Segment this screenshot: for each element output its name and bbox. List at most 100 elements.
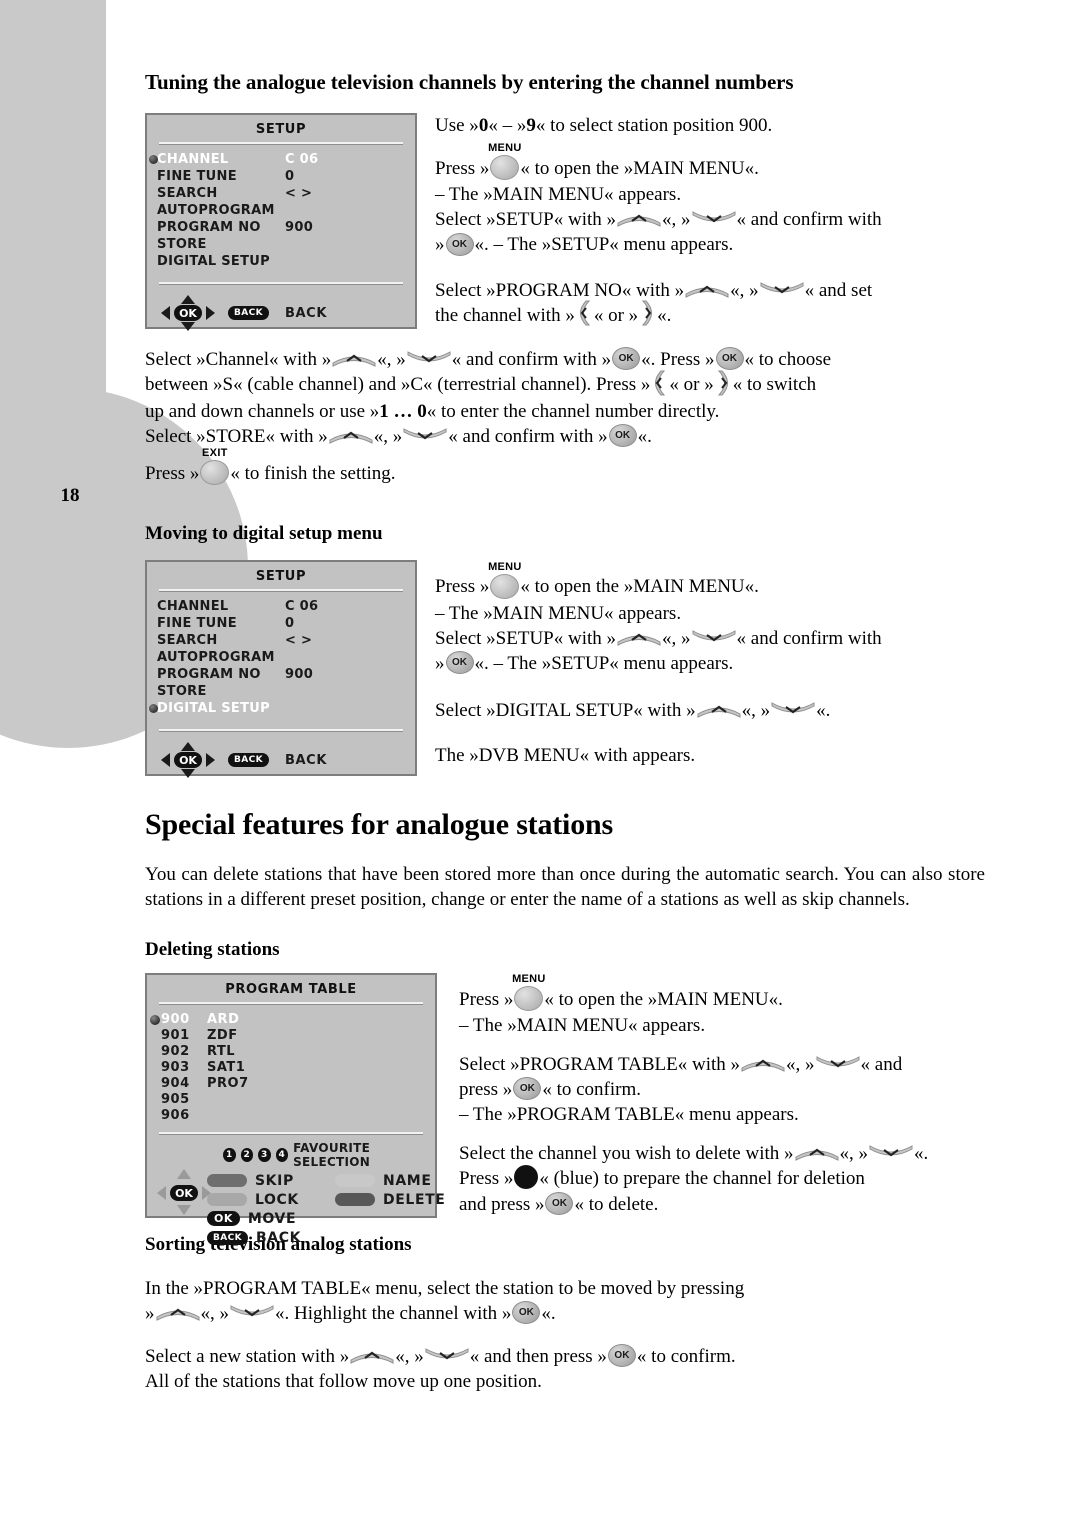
right-arrow-button-icon[interactable]: [715, 370, 732, 396]
para-select-channel: Select »Channel« with » «, » « and confirm…: [145, 347, 832, 371]
osd-row-store[interactable]: STORE: [147, 236, 415, 253]
osd-row-digital-setup[interactable]: DIGITAL SETUP: [147, 253, 415, 270]
up-arrow-button-icon[interactable]: [741, 1055, 785, 1072]
actions-right-column: NAME DELETE: [335, 1173, 445, 1246]
back-pill-icon: BACK: [228, 753, 270, 768]
table-row[interactable]: 901 ZDF: [147, 1028, 435, 1044]
osd-row-label: PROGRAM NO: [157, 220, 261, 235]
table-row[interactable]: 904 PRO7: [147, 1076, 435, 1092]
table-row[interactable]: 903 SAT1: [147, 1060, 435, 1076]
tuning-paragraph: Select »Channel« with » «, » « and confirm…: [145, 347, 985, 487]
up-arrow-button-icon[interactable]: [795, 1144, 839, 1162]
step-set-channel: the channel with » « or » «.: [435, 300, 985, 330]
ok-button-icon[interactable]: OK: [445, 232, 474, 256]
step-press-menu: Press » MENU « to open the »MAIN MENU«.: [435, 142, 759, 181]
action-skip[interactable]: SKIP: [207, 1173, 301, 1189]
osd-row-label: PROGRAM NO: [157, 667, 261, 683]
ok-button-icon[interactable]: OK: [512, 1300, 541, 1324]
up-arrow-button-icon[interactable]: [156, 1304, 200, 1321]
action-name[interactable]: NAME: [335, 1173, 445, 1189]
osd-row-fine-tune[interactable]: FINE TUNE 0: [147, 615, 415, 632]
back-label: BACK: [285, 305, 327, 321]
osd-row-channel[interactable]: CHANNEL C 06: [147, 151, 415, 168]
table-row[interactable]: 906: [147, 1108, 435, 1124]
ok-button-icon[interactable]: OK: [445, 650, 474, 674]
exit-key-label: EXIT: [202, 447, 228, 460]
down-arrow-button-icon[interactable]: [230, 1304, 274, 1321]
down-arrow-button-icon[interactable]: [407, 350, 451, 367]
yellow-button-icon[interactable]: [335, 1174, 376, 1188]
actions-left-column: SKIP LOCK OK MOVE BACK BACK: [207, 1173, 301, 1246]
step-select-program-table: Select »PROGRAM TABLE« with » «, » « and: [459, 1053, 903, 1075]
para-select-store: Select »STORE« with » «, » « and confirm w…: [145, 424, 652, 448]
channel-number: 901: [161, 1028, 190, 1044]
ok-button-icon[interactable]: OK: [513, 1076, 542, 1100]
favourite-4-icon[interactable]: 4: [275, 1147, 289, 1162]
up-arrow-button-icon[interactable]: [332, 350, 376, 368]
osd-title: PROGRAM TABLE: [225, 981, 357, 997]
up-arrow-button-icon[interactable]: [685, 281, 729, 298]
step-main-menu-appears: – The »MAIN MENU« appears.: [459, 1014, 706, 1036]
osd-row-digital-setup[interactable]: DIGITAL SETUP: [147, 700, 415, 717]
osd-row-store[interactable]: STORE: [147, 683, 415, 700]
osd-row-value: 900: [285, 220, 314, 235]
up-arrow-button-icon[interactable]: [617, 210, 661, 228]
osd-row-program-no[interactable]: PROGRAM NO 900: [147, 666, 415, 683]
osd-row-search[interactable]: SEARCH < >: [147, 632, 415, 649]
step-select-channel-to-delete: Select the channel you wish to delete wi…: [459, 1143, 929, 1165]
channel-number: 903: [161, 1060, 190, 1076]
osd-row-program-no[interactable]: PROGRAM NO 900: [147, 219, 415, 236]
up-arrow-button-icon[interactable]: [350, 1347, 394, 1364]
blue-button-icon[interactable]: [514, 1164, 539, 1189]
channel-number: 902: [161, 1044, 190, 1060]
page-content: Tuning the analogue television channels …: [145, 0, 985, 1394]
down-arrow-button-icon[interactable]: [869, 1144, 913, 1161]
ok-button-icon[interactable]: OK: [608, 424, 637, 448]
action-lock[interactable]: LOCK: [207, 1192, 301, 1208]
action-back[interactable]: BACK BACK: [207, 1230, 301, 1246]
down-arrow-button-icon[interactable]: [760, 281, 804, 298]
ok-button-icon[interactable]: OK: [545, 1191, 574, 1215]
favourite-1-icon[interactable]: 1: [223, 1147, 236, 1162]
osd-row-fine-tune[interactable]: FINE TUNE 0: [147, 168, 415, 185]
action-move[interactable]: OK MOVE: [207, 1211, 301, 1227]
moving-steps: Press » MENU « to open the »MAIN MENU«. – …: [417, 560, 985, 768]
menu-button-icon[interactable]: MENU: [488, 561, 521, 599]
osd-row-value: C 06: [285, 599, 319, 615]
favourite-3-icon[interactable]: 3: [258, 1147, 271, 1162]
osd-navigation-hints: OK BACK BACK: [147, 285, 415, 343]
up-arrow-button-icon[interactable]: [617, 629, 661, 646]
table-row[interactable]: 902 RTL: [147, 1044, 435, 1060]
table-row[interactable]: 905: [147, 1092, 435, 1108]
selection-bullet-icon: [150, 1014, 160, 1025]
action-delete[interactable]: DELETE: [335, 1192, 445, 1208]
up-arrow-button-icon[interactable]: [697, 701, 741, 718]
para-sorting-select-new: Select a new station with » «, » « and the…: [145, 1343, 736, 1367]
osd-row-search[interactable]: SEARCH < >: [147, 185, 415, 202]
up-arrow-button-icon[interactable]: [329, 427, 373, 445]
osd-row-autoprogram[interactable]: AUTOPROGRAM: [147, 202, 415, 219]
down-arrow-button-icon[interactable]: [692, 210, 736, 227]
down-arrow-button-icon[interactable]: [425, 1347, 469, 1364]
down-arrow-button-icon[interactable]: [771, 701, 815, 718]
osd-row-label: AUTOPROGRAM: [157, 650, 275, 666]
ok-button-icon[interactable]: OK: [715, 347, 744, 371]
heading-special-features: Special features for analogue stations: [145, 808, 613, 842]
table-row[interactable]: 900 ARD: [147, 1012, 435, 1028]
menu-button-icon[interactable]: MENU: [512, 973, 545, 1011]
down-arrow-button-icon[interactable]: [692, 629, 736, 646]
left-arrow-button-icon[interactable]: [576, 300, 593, 326]
osd-row-autoprogram[interactable]: AUTOPROGRAM: [147, 649, 415, 666]
left-arrow-button-icon[interactable]: [651, 370, 668, 396]
right-arrow-button-icon[interactable]: [639, 300, 656, 326]
step-dvb-menu-appears: The »DVB MENU« with appears.: [435, 744, 696, 766]
down-arrow-button-icon[interactable]: [816, 1055, 860, 1072]
ok-button-icon[interactable]: OK: [612, 347, 641, 371]
osd-row-channel[interactable]: CHANNEL C 06: [147, 598, 415, 615]
exit-button-icon[interactable]: EXIT: [200, 447, 230, 486]
ok-button-icon[interactable]: OK: [607, 1343, 636, 1367]
down-arrow-button-icon[interactable]: [403, 427, 447, 444]
menu-button-icon[interactable]: MENU: [488, 142, 521, 181]
blue-button-icon[interactable]: [335, 1193, 376, 1207]
favourite-2-icon[interactable]: 2: [240, 1147, 254, 1162]
